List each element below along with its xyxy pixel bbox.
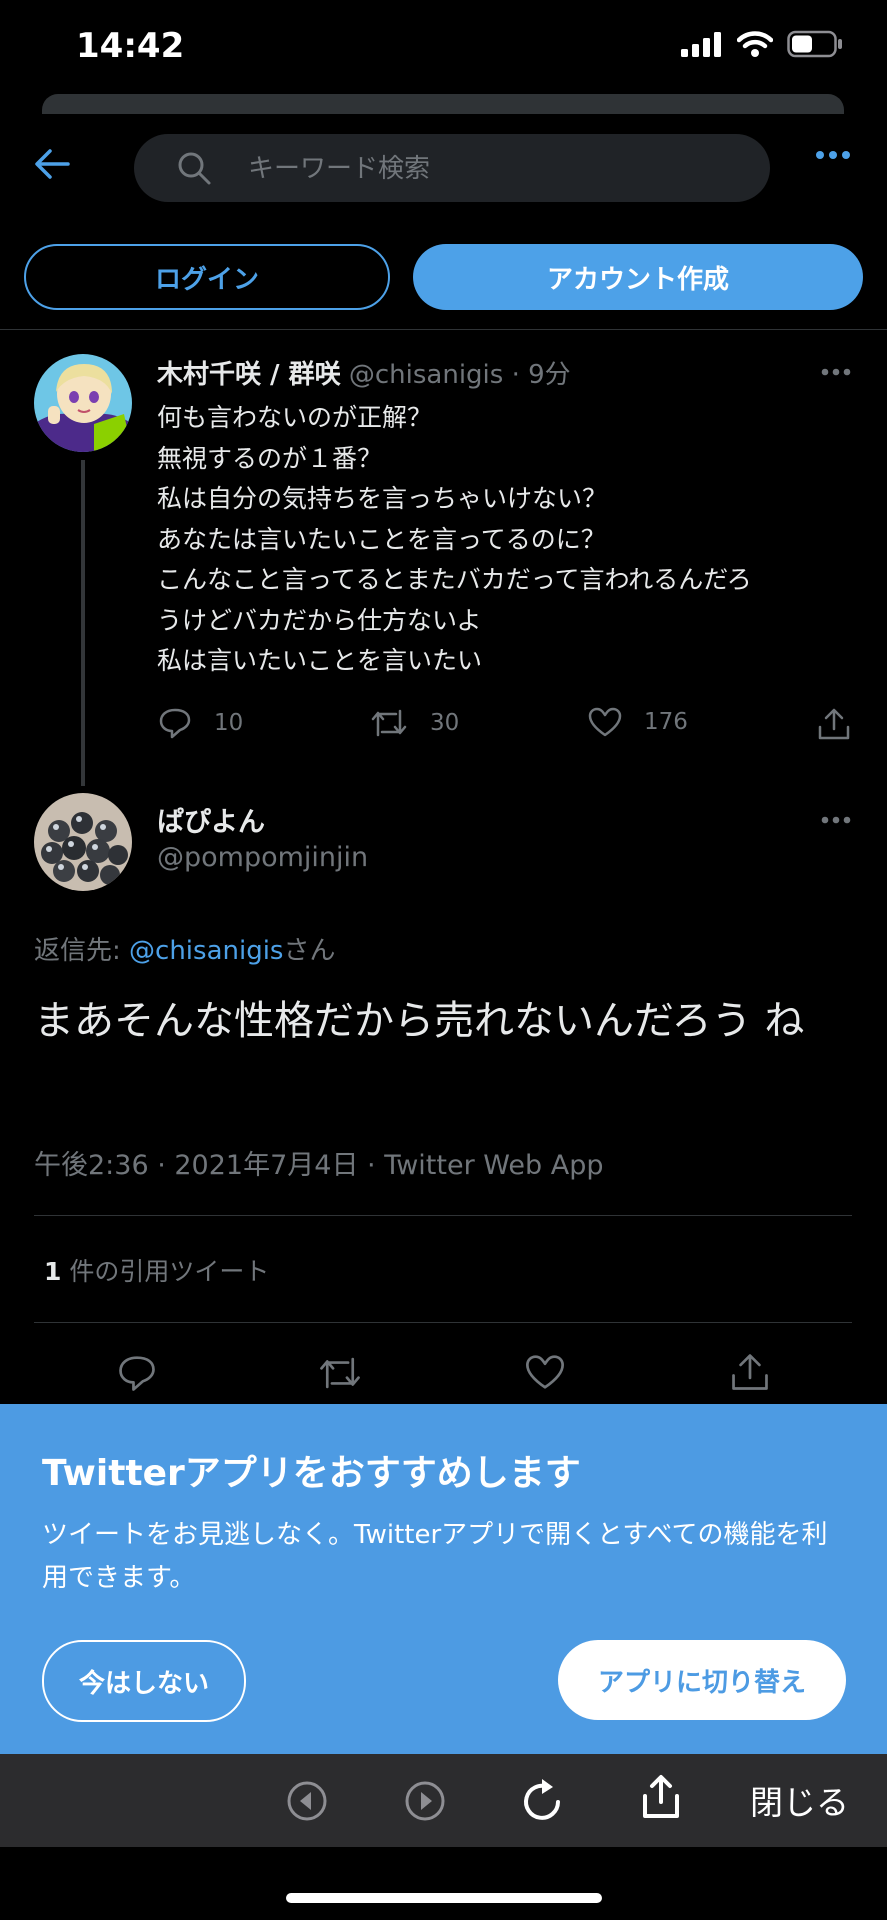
user-handle[interactable]: @chisanigis	[349, 360, 503, 390]
retweet-button[interactable]: 30	[370, 707, 459, 739]
back-circle-icon	[287, 1781, 327, 1821]
back-arrow-icon	[35, 149, 70, 179]
display-name[interactable]: ぱぴよん	[157, 800, 265, 839]
display-name[interactable]: 木村千咲 / 群咲	[157, 360, 341, 390]
reload-icon	[524, 1779, 560, 1820]
more-options-button[interactable]	[815, 150, 851, 160]
status-icons	[681, 30, 843, 58]
retweet-icon	[320, 1357, 360, 1389]
like-count: 176	[644, 709, 688, 735]
tweet-line: 何も言わないのが正解？	[157, 403, 433, 432]
more-horizontal-icon	[816, 151, 850, 159]
tweet-line: こんなこと言ってるとまたバカだって言われるんだろ	[157, 565, 752, 594]
tweet-line: 私は自分の気持ちを言っちゃいけない？	[157, 484, 608, 513]
more-horizontal-icon	[821, 816, 851, 824]
reply-count: 10	[214, 710, 244, 736]
close-button[interactable]: 閉じる	[750, 1776, 849, 1824]
heart-icon	[588, 707, 622, 737]
tweet-meta[interactable]: 午後2:36 · 2021年7月4日 · Twitter Web App	[34, 1143, 603, 1182]
retweet-icon	[371, 709, 407, 737]
wifi-icon	[737, 31, 773, 57]
share-button[interactable]	[817, 707, 851, 741]
reply-mention-link[interactable]: @chisanigis	[129, 936, 283, 966]
retweet-count: 30	[430, 710, 460, 736]
reply-button[interactable]: 10	[158, 707, 243, 739]
share-icon	[818, 708, 850, 740]
reply-to-label: 返信先:	[34, 936, 130, 966]
share-button[interactable]	[641, 1774, 681, 1820]
avatar[interactable]	[34, 354, 132, 452]
banner-text: ツイートをお見逃しなく。Twitterアプリで開くとすべての機能を利用できます。	[42, 1520, 828, 1593]
signup-button[interactable]: アカウント作成	[413, 244, 863, 310]
share-button[interactable]	[730, 1352, 770, 1392]
forward-nav-button[interactable]	[404, 1780, 446, 1822]
reply-icon	[159, 708, 191, 739]
reload-button[interactable]	[520, 1776, 566, 1824]
tweet-line: あなたは言いたいことを言ってるのに？	[157, 524, 606, 554]
quote-tweets-link[interactable]: 1 件の引用ツイート	[44, 1252, 269, 1288]
reply-to-suffix: さん	[283, 936, 336, 966]
like-button[interactable]: 176	[588, 707, 688, 737]
home-indicator	[286, 1893, 602, 1903]
like-button[interactable]	[525, 1354, 565, 1390]
app-promo-banner: Twitterアプリをおすすめします ツイートをお見逃しなく。Twitterアプ…	[0, 1404, 887, 1754]
tweet-more-button[interactable]	[821, 368, 851, 376]
search-input[interactable]	[246, 146, 730, 192]
divider	[34, 1215, 852, 1216]
share-icon	[643, 1775, 679, 1818]
avatar[interactable]	[34, 793, 132, 891]
tweet-line: うけどバカだから仕方ないよ	[157, 605, 482, 635]
quote-count: 1	[44, 1257, 62, 1286]
browser-tab-strip	[42, 94, 844, 114]
search-bar[interactable]	[134, 134, 770, 202]
back-nav-button[interactable]	[286, 1780, 328, 1822]
banner-title: Twitterアプリをおすすめします	[42, 1453, 581, 1494]
quote-label: 件の引用ツイート	[61, 1257, 270, 1286]
tweet-more-button[interactable]	[821, 816, 851, 824]
back-button[interactable]	[34, 148, 70, 180]
user-handle[interactable]: @pompomjinjin	[157, 842, 368, 873]
not-now-button[interactable]: 今はしない	[42, 1640, 246, 1722]
heart-icon	[526, 1355, 564, 1389]
cellular-signal-icon	[681, 32, 721, 57]
retweet-button[interactable]	[318, 1354, 362, 1392]
reply-button[interactable]	[117, 1354, 157, 1392]
search-icon	[178, 152, 211, 185]
reply-to-line: 返信先: @chisanigisさん	[34, 930, 336, 967]
tweet-text: 何も言わないのが正解？ 無視するのが１番？ 私は自分の気持ちを言っちゃいけない？…	[157, 398, 847, 682]
status-time: 14:42	[76, 26, 185, 66]
switch-to-app-button[interactable]: アプリに切り替え	[558, 1640, 846, 1720]
thread-line	[81, 460, 85, 786]
tweet-time[interactable]: · 9分	[512, 360, 571, 390]
login-button[interactable]: ログイン	[24, 244, 390, 310]
battery-icon	[787, 30, 842, 58]
divider	[0, 329, 887, 330]
tweet-header: 木村千咲 / 群咲 @chisanigis · 9分	[157, 354, 571, 391]
browser-toolbar: 閉じる	[0, 1754, 887, 1847]
forward-circle-icon	[405, 1781, 445, 1821]
divider	[34, 1322, 852, 1323]
tweet-text: まあそんな性格だから売れないんだろう ね	[34, 998, 805, 1044]
share-icon	[732, 1354, 768, 1390]
more-horizontal-icon	[821, 368, 851, 376]
reply-icon	[119, 1356, 155, 1391]
tweet-line: 私は言いたいことを言いたい	[157, 646, 483, 675]
tweet-line: 無視するのが１番？	[157, 443, 383, 473]
